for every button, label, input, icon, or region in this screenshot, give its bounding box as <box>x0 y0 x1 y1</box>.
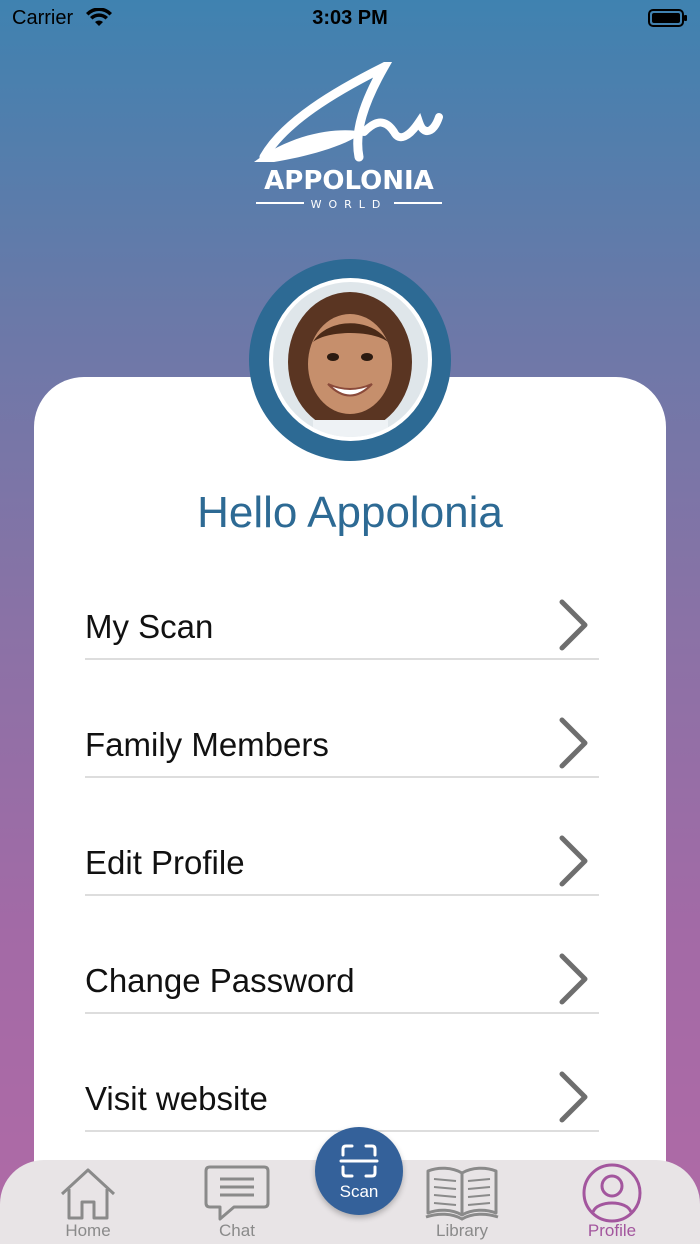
menu-item-label: Visit website <box>85 1080 268 1117</box>
menu-item-label: Change Password <box>85 962 355 999</box>
status-bar: Carrier 3:03 PM <box>0 0 700 36</box>
tab-chat[interactable]: Chat <box>196 1160 278 1244</box>
chat-icon <box>204 1165 270 1221</box>
chevron-right-icon <box>559 953 588 1005</box>
tab-label: Chat <box>219 1221 255 1240</box>
child-photo-icon <box>273 282 428 437</box>
clock: 3:03 PM <box>312 7 388 29</box>
battery-icon <box>648 9 687 27</box>
menu-item-label: Edit Profile <box>85 844 245 881</box>
menu-item-label: My Scan <box>85 608 214 645</box>
avatar[interactable] <box>269 278 432 441</box>
scan-icon <box>339 1144 379 1178</box>
svg-text:WORLD: WORLD <box>311 198 388 211</box>
chevron-right-icon <box>559 835 588 887</box>
library-book-icon <box>425 1166 499 1221</box>
appolonia-logo: APPOLONIA WORLD <box>244 56 454 212</box>
scan-label: Scan <box>339 1182 379 1201</box>
tab-label: Library <box>436 1221 488 1240</box>
tab-profile[interactable]: Profile <box>574 1160 650 1244</box>
chevron-right-icon <box>559 717 588 769</box>
menu-item-edit-profile[interactable]: Edit Profile <box>85 778 599 896</box>
menu-item-my-scan[interactable]: My Scan <box>85 570 599 660</box>
tab-home[interactable]: Home <box>48 1160 128 1244</box>
svg-text:APPOLONIA: APPOLONIA <box>264 166 434 196</box>
greeting-title: Hello Appolonia <box>197 488 503 537</box>
chevron-right-icon <box>559 599 588 651</box>
menu-item-family-members[interactable]: Family Members <box>85 660 599 778</box>
menu-item-change-password[interactable]: Change Password <box>85 896 599 1014</box>
profile-menu: My Scan Family Members Edit Profile Chan… <box>85 570 599 1132</box>
home-icon <box>60 1168 116 1220</box>
menu-item-label: Family Members <box>85 726 329 763</box>
scan-button[interactable]: Scan <box>315 1127 403 1215</box>
tab-label: Profile <box>587 1221 637 1240</box>
logo-mark-icon: APPOLONIA WORLD <box>254 56 443 211</box>
profile-user-icon <box>582 1163 642 1223</box>
tab-library[interactable]: Library <box>422 1160 502 1244</box>
tab-label: Home <box>65 1221 111 1240</box>
menu-item-visit-website[interactable]: Visit website <box>85 1014 599 1132</box>
chevron-right-icon <box>559 1071 588 1123</box>
